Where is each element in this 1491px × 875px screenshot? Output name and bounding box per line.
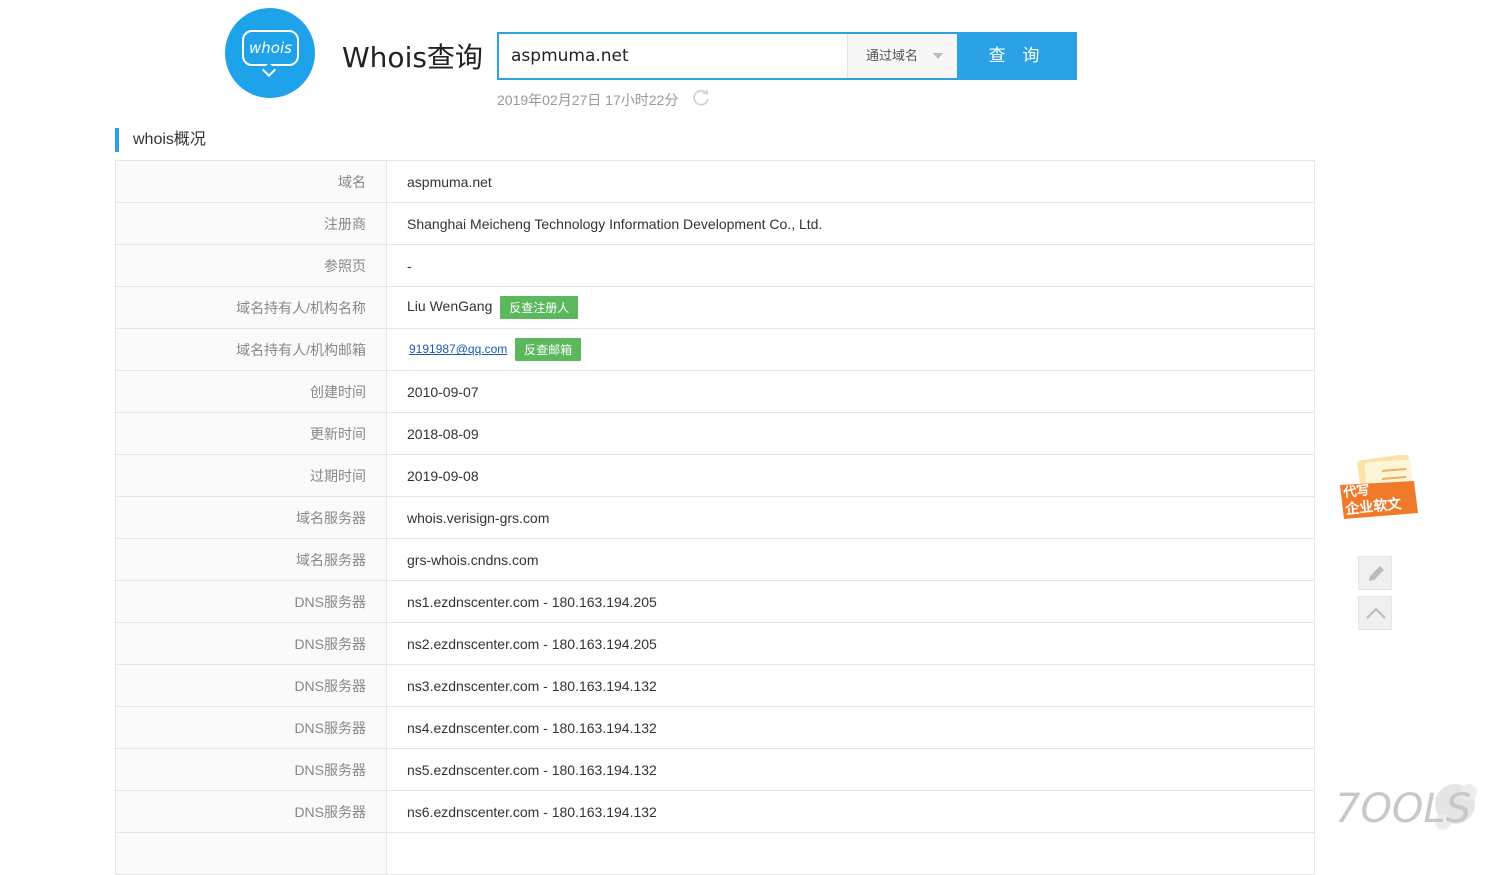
refresh-icon[interactable] [691, 88, 711, 108]
table-row: 更新时间 2018-08-09 [115, 412, 1315, 455]
query-timestamp: 2019年02月27日 17小时22分 [497, 92, 679, 108]
row-label: DNS服务器 [115, 790, 387, 833]
search-button[interactable]: 查 询 [957, 32, 1077, 80]
row-label: DNS服务器 [115, 622, 387, 665]
table-row: DNS服务器 ns2.ezdnscenter.com - 180.163.194… [115, 622, 1315, 665]
table-row: 创建时间 2010-09-07 [115, 370, 1315, 413]
row-value: grs-whois.cndns.com [386, 538, 1315, 581]
row-label: DNS服务器 [115, 580, 387, 623]
search-input[interactable] [499, 34, 847, 78]
row-value: whois.verisign-grs.com [386, 496, 1315, 539]
row-label: DNS服务器 [115, 706, 387, 749]
table-row [115, 832, 1315, 875]
row-value: Shanghai Meicheng Technology Information… [386, 202, 1315, 245]
tools-watermark-logo: 7OOLS [1335, 784, 1477, 832]
table-row: DNS服务器 ns5.ezdnscenter.com - 180.163.194… [115, 748, 1315, 791]
chevron-down-icon [933, 53, 943, 59]
table-row: 域名 aspmuma.net [115, 160, 1315, 203]
row-label: 更新时间 [115, 412, 387, 455]
row-label: 过期时间 [115, 454, 387, 497]
table-row: DNS服务器 ns1.ezdnscenter.com - 180.163.194… [115, 580, 1315, 623]
search-box: 通过域名 查 询 [497, 32, 1077, 80]
pencil-icon [1369, 566, 1384, 581]
row-value: 2019-09-08 [386, 454, 1315, 497]
row-label: 域名服务器 [115, 538, 387, 581]
table-row: 域名服务器 grs-whois.cndns.com [115, 538, 1315, 581]
row-label: DNS服务器 [115, 664, 387, 707]
row-label: 注册商 [115, 202, 387, 245]
reverse-registrant-button[interactable]: 反查注册人 [500, 296, 579, 319]
logo-text: whois [249, 39, 292, 57]
row-value: Liu WenGang 反查注册人 [386, 286, 1315, 329]
row-value: ns1.ezdnscenter.com - 180.163.194.205 [386, 580, 1315, 623]
row-value: 2010-09-07 [386, 370, 1315, 413]
registrant-name: Liu WenGang [407, 298, 493, 315]
table-row: DNS服务器 ns4.ezdnscenter.com - 180.163.194… [115, 706, 1315, 749]
search-mode-label: 通过域名 [866, 48, 919, 63]
row-label: 创建时间 [115, 370, 387, 413]
page-title: Whois查询 [342, 41, 483, 74]
row-label: 域名持有人/机构邮箱 [115, 328, 387, 371]
ad-badge[interactable]: 代写 企业软文 [1338, 455, 1420, 527]
table-row: 域名服务器 whois.verisign-grs.com [115, 496, 1315, 539]
row-label: 域名 [115, 160, 387, 203]
row-value: ns3.ezdnscenter.com - 180.163.194.132 [386, 664, 1315, 707]
reverse-email-button[interactable]: 反查邮箱 [515, 338, 582, 361]
ad-text-1: 代写 [1342, 482, 1371, 501]
table-row: 注册商 Shanghai Meicheng Technology Informa… [115, 202, 1315, 245]
table-row: DNS服务器 ns3.ezdnscenter.com - 180.163.194… [115, 664, 1315, 707]
table-row: 域名持有人/机构邮箱 9191987@qq.com 反查邮箱 [115, 328, 1315, 371]
registrant-email-link[interactable]: 9191987@qq.com [409, 342, 507, 356]
header: whois Whois查询 通过域名 查 询 2019年02月27日 17小时2… [0, 0, 1491, 120]
whois-logo[interactable]: whois [225, 8, 315, 98]
row-label: 参照页 [115, 244, 387, 287]
row-value: ns5.ezdnscenter.com - 180.163.194.132 [386, 748, 1315, 791]
row-value: ns6.ezdnscenter.com - 180.163.194.132 [386, 790, 1315, 833]
back-to-top-button[interactable] [1358, 596, 1392, 630]
search-mode-select[interactable]: 通过域名 [847, 34, 957, 78]
table-row: DNS服务器 ns6.ezdnscenter.com - 180.163.194… [115, 790, 1315, 833]
row-value: 2018-08-09 [386, 412, 1315, 455]
chevron-up-icon [1366, 607, 1386, 619]
row-value: ns4.ezdnscenter.com - 180.163.194.132 [386, 706, 1315, 749]
table-row: 参照页 - [115, 244, 1315, 287]
section-title: whois概况 [115, 128, 206, 152]
whois-table: 域名 aspmuma.net 注册商 Shanghai Meicheng Tec… [115, 160, 1315, 875]
row-label: DNS服务器 [115, 748, 387, 791]
row-value: aspmuma.net [386, 160, 1315, 203]
table-row: 域名持有人/机构名称 Liu WenGang 反查注册人 [115, 286, 1315, 329]
watermark-text: 7OOLS [1335, 786, 1471, 832]
row-value: - [386, 244, 1315, 287]
row-value: ns2.ezdnscenter.com - 180.163.194.205 [386, 622, 1315, 665]
table-row: 过期时间 2019-09-08 [115, 454, 1315, 497]
row-value: 9191987@qq.com 反查邮箱 [386, 328, 1315, 371]
row-label: 域名服务器 [115, 496, 387, 539]
edit-button[interactable] [1358, 556, 1392, 590]
row-label: 域名持有人/机构名称 [115, 286, 387, 329]
